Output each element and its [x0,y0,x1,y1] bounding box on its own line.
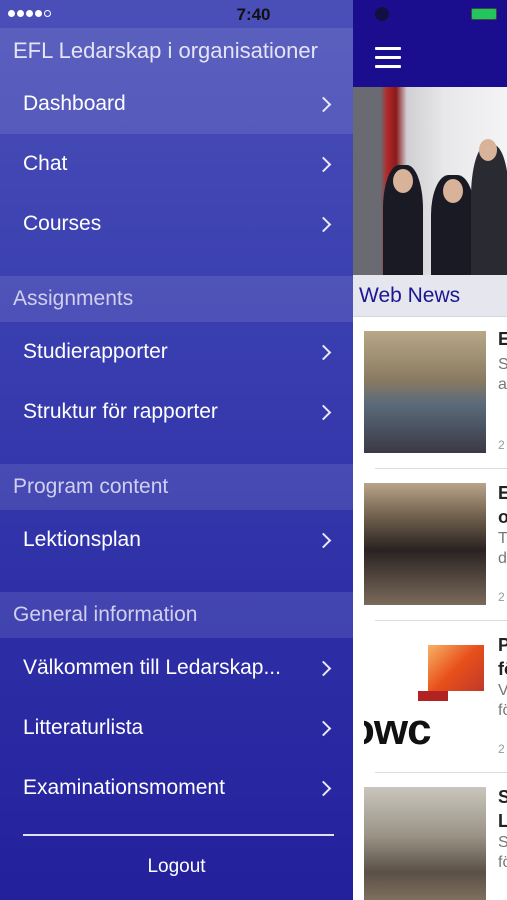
news-thumbnail [364,331,486,453]
section-header-general-information: General information [0,592,353,638]
news-title: S L [498,787,507,831]
news-title: E [498,329,507,349]
menu-item-valkommen[interactable]: Välkommen till Ledarskap... [0,638,353,698]
news-thumbnail: owc [364,635,486,757]
chevron-right-icon [315,404,332,420]
menu-item-lektionsplan[interactable]: Lektionsplan [0,510,353,570]
news-snippet: V fö [498,682,507,719]
hamburger-menu-icon[interactable] [375,47,401,74]
news-date: 2 [498,742,505,756]
menu-item-studierapporter[interactable]: Studierapporter [0,322,353,382]
news-date: 2 [498,438,505,452]
menu-item-label: Struktur för rapporter [23,400,218,423]
drawer-title: EFL Ledarskap i organisationer [0,28,353,74]
menu-item-examinationsmoment[interactable]: Examinationsmoment [0,758,353,818]
section-header-program-content: Program content [0,464,353,510]
section-header-assignments: Assignments [0,276,353,322]
pwc-logo-text: owc [364,705,432,754]
news-title: P fö [498,635,507,679]
news-thumbnail [364,483,486,605]
news-list: E S a 2 E o T d 2 owc P fö V fö 2 S L S … [353,317,507,900]
chevron-right-icon [315,720,332,736]
menu-item-label: Dashboard [23,92,126,115]
section-title-web-news: Web News [353,275,507,317]
chevron-right-icon [315,216,332,232]
menu-item-label: Examinationsmoment [23,776,225,799]
hero-image [353,87,507,275]
menu-item-courses[interactable]: Courses [0,194,353,254]
navbar [353,28,507,87]
menu-item-label: Litteraturlista [23,716,144,739]
menu-item-label: Välkommen till Ledarskap... [23,656,281,679]
news-date: 2 [498,590,505,604]
divider [23,834,334,836]
news-item[interactable]: E S a 2 [364,317,507,469]
menu-item-chat[interactable]: Chat [0,134,353,194]
news-snippet: S a [498,356,507,393]
menu-item-dashboard[interactable]: Dashboard [0,74,353,134]
status-time: 7:40 [236,5,271,24]
news-item[interactable]: S L S fö [364,773,507,900]
chevron-right-icon [315,156,332,172]
chevron-right-icon [315,780,332,796]
menu-item-label: Chat [23,152,68,175]
news-snippet: T d [498,530,507,567]
news-item[interactable]: E o T d 2 [364,469,507,621]
menu-item-label: Lektionsplan [23,528,141,551]
news-snippet: S fö [498,834,507,871]
logout-button[interactable]: Logout [0,856,353,878]
menu-item-struktur[interactable]: Struktur för rapporter [0,382,353,442]
chevron-right-icon [315,96,332,112]
news-thumbnail [364,787,486,900]
side-drawer: EFL Ledarskap i organisationer Dashboard… [0,0,353,900]
menu-item-label: Studierapporter [23,340,168,363]
chevron-right-icon [315,344,332,360]
menu-item-label: Courses [23,212,102,235]
menu-item-litteraturlista[interactable]: Litteraturlista [0,698,353,758]
main-panel: Web News E S a 2 E o T d 2 owc P fö V fö… [353,0,507,900]
news-item[interactable]: owc P fö V fö 2 [364,621,507,773]
chevron-right-icon [315,660,332,676]
chevron-right-icon [315,532,332,548]
news-title: E o [498,483,507,527]
